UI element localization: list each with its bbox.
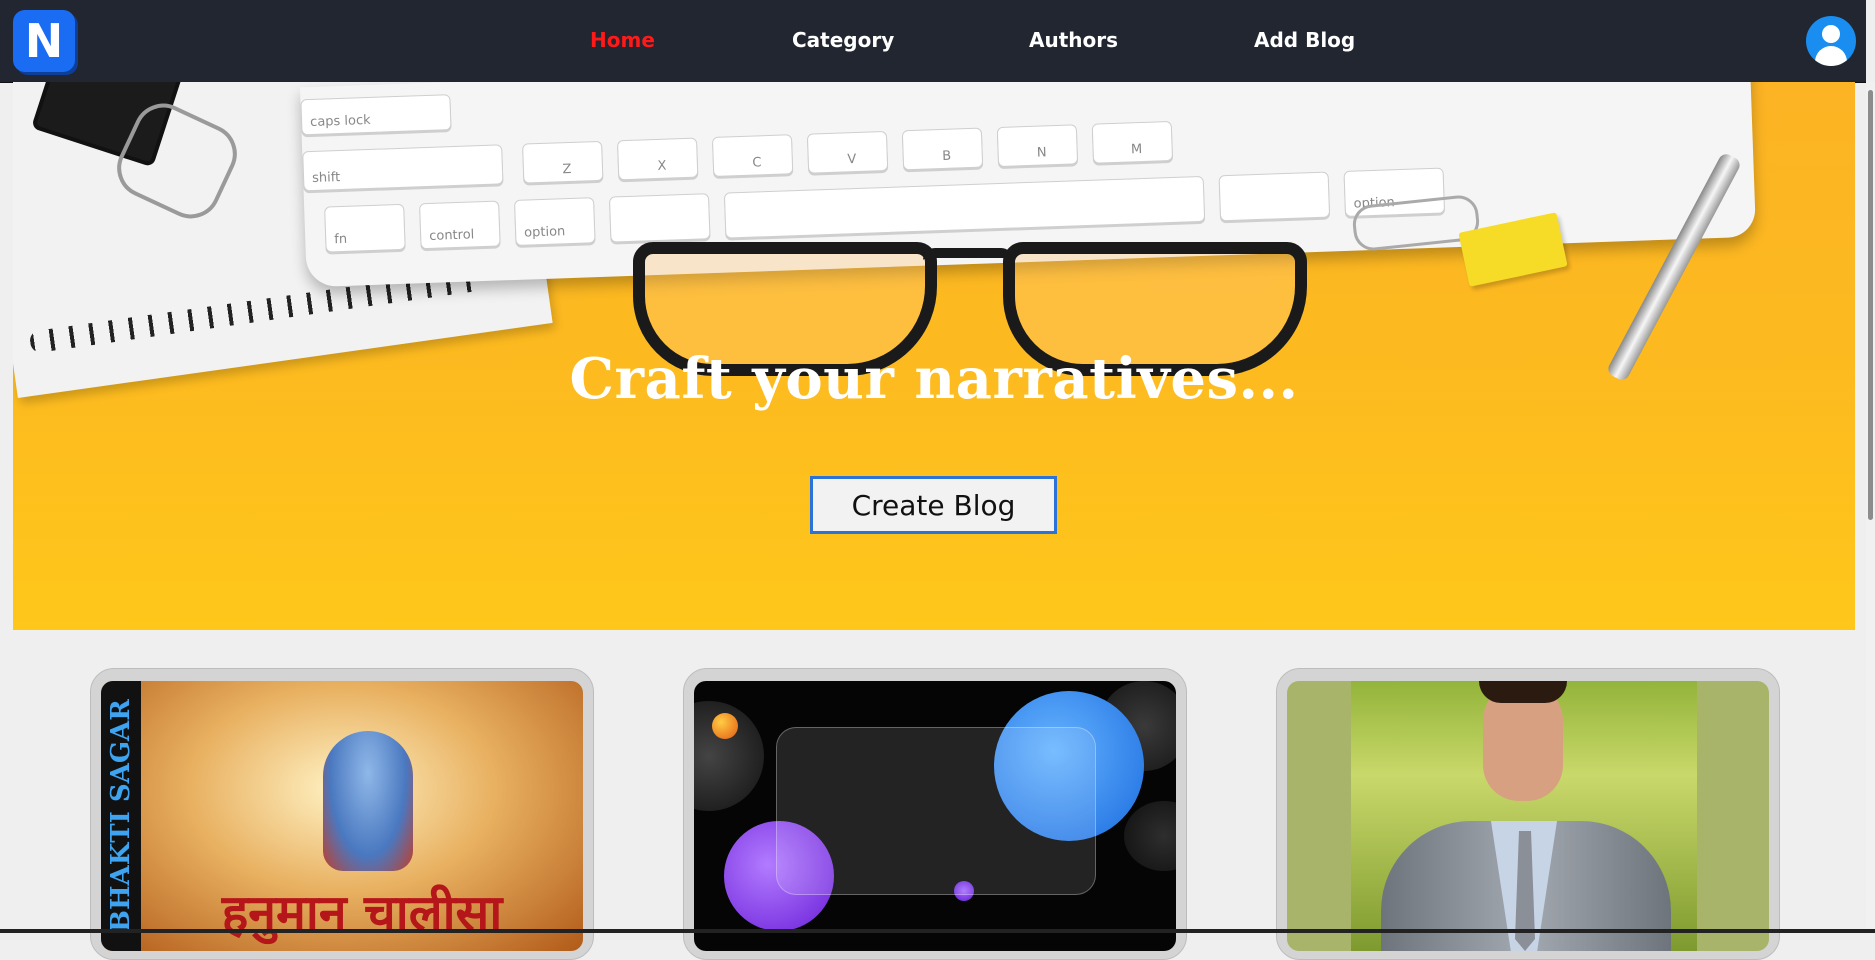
user-avatar-icon[interactable]	[1806, 16, 1856, 66]
logo[interactable]: N	[13, 10, 75, 72]
blog-card[interactable]	[1276, 668, 1780, 960]
card-image: BHAKTI SAGAR हनुमान चालीसा	[101, 681, 583, 951]
hero-title: Craft your narratives...	[569, 346, 1299, 412]
scrollbar-thumb[interactable]	[1868, 90, 1873, 520]
nav-category[interactable]: Category	[792, 28, 894, 52]
create-blog-button[interactable]: Create Blog	[810, 476, 1057, 534]
nav-authors[interactable]: Authors	[1029, 28, 1118, 52]
nav-home[interactable]: Home	[590, 28, 655, 52]
nav-add-blog[interactable]: Add Blog	[1254, 28, 1355, 52]
hero-banner: caps lock shift Z X C V B N M fn control…	[13, 82, 1855, 630]
card-image	[694, 681, 1176, 951]
blog-card[interactable]: BHAKTI SAGAR हनुमान चालीसा	[90, 668, 594, 960]
card-image	[1287, 681, 1769, 951]
blog-card[interactable]	[683, 668, 1187, 960]
navbar: N Home Category Authors Add Blog	[0, 0, 1866, 83]
glasses-image	[633, 222, 1333, 376]
